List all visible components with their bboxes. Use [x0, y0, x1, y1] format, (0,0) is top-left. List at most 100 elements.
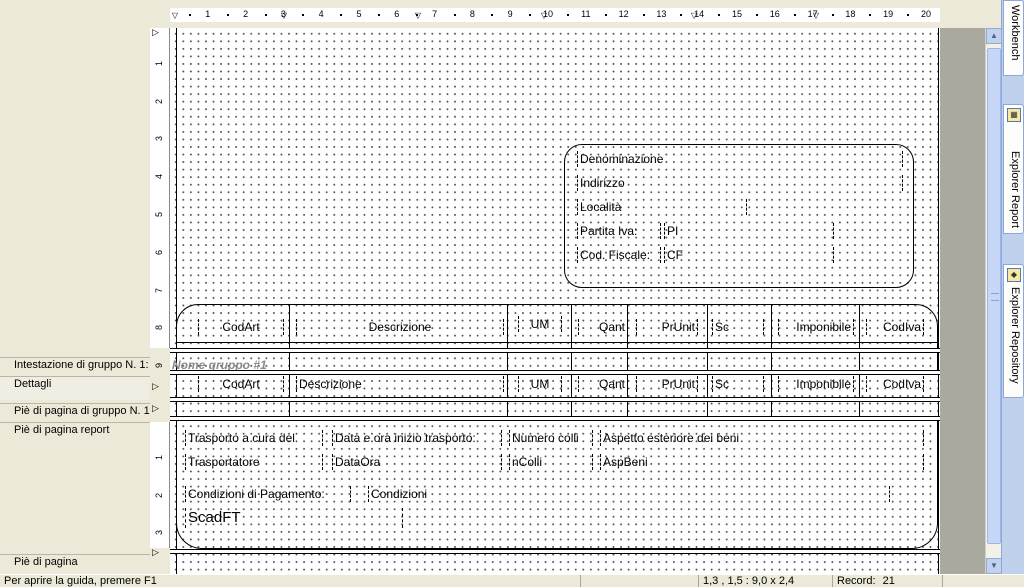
column-divider [707, 304, 708, 348]
tab-workbench[interactable]: Workbench [1003, 0, 1024, 76]
tab-stop-marker[interactable]: ▽ [691, 11, 697, 20]
ruler-half-mark [680, 14, 683, 16]
ruler-half-mark [340, 14, 343, 16]
header-prunit[interactable]: PrUnit [636, 319, 698, 335]
ruler-number: 11 [581, 9, 591, 19]
header-codart[interactable]: CodArt [198, 319, 284, 335]
tab-stop-marker[interactable]: ▽ [172, 11, 178, 20]
tab-stop-marker[interactable]: ▽ [541, 11, 547, 20]
label-partita-iva[interactable]: Partita Iva: [577, 223, 661, 239]
band-label-report-footer[interactable]: Piè di pagina report [0, 422, 150, 437]
ruler-half-mark [188, 14, 191, 16]
band-marker[interactable]: ▷ [152, 548, 159, 557]
header-imponibile[interactable]: Imponibile [778, 319, 854, 335]
vertical-ruler[interactable]: 1 2 3 4 5 6 7 8 9 1 2 3 ▷ ▷ ▷ ▷ [150, 28, 170, 574]
field-cod-fiscale[interactable]: CF [664, 247, 834, 263]
ruler-number: 4 [318, 9, 324, 19]
band-separator-report-footer [170, 549, 940, 554]
header-sc[interactable]: Sc [712, 319, 764, 335]
ruler-number: 5 [356, 9, 362, 19]
band-label-group-header[interactable]: Intestazione di gruppo N. 1: [0, 357, 150, 372]
header-codiva[interactable]: CodIva [866, 319, 924, 335]
horizontal-ruler[interactable]: 1234567891011121314151617181920▽▽▽▽▽▽▽ [170, 0, 940, 28]
ruler-number: 13 [656, 9, 667, 19]
band-separator-header [170, 348, 940, 353]
ruler-number: 1 [205, 9, 211, 19]
band-marker[interactable]: ▷ [152, 404, 159, 413]
scroll-down-button[interactable]: ▼ [986, 558, 1002, 574]
detail-qant[interactable]: Qant [578, 376, 628, 392]
field-asp-beni[interactable]: AspBeni [600, 454, 924, 470]
ruler-half-mark [226, 14, 229, 16]
column-divider [771, 304, 772, 348]
detail-descrizione[interactable]: Descrizione [296, 376, 504, 392]
status-extra-panel [942, 575, 990, 587]
label-cod-fiscale[interactable]: Cod. Fiscale: [577, 247, 661, 263]
ruler-half-mark [377, 14, 380, 16]
table-icon: ▦ [1007, 108, 1021, 122]
field-partita-iva[interactable]: PI [664, 223, 834, 239]
detail-prunit[interactable]: PrUnit [636, 376, 698, 392]
ruler-segment-header [150, 28, 170, 348]
column-divider [859, 348, 860, 416]
ruler-half-mark [264, 14, 267, 16]
tab-stop-marker[interactable]: ▽ [415, 11, 421, 20]
ruler-number: 8 [154, 325, 164, 331]
band-marker[interactable]: ▷ [152, 28, 159, 37]
tab-stop-marker[interactable]: ▽ [281, 11, 287, 20]
label-condizioni-pagamento[interactable]: Condizioni di Pagamento: [185, 486, 351, 502]
header-descrizione[interactable]: Descrizione [296, 319, 504, 335]
tab-stop-marker[interactable]: ▽ [813, 11, 819, 20]
ruler-half-mark [755, 14, 758, 16]
label-aspetto-beni[interactable]: Aspetto esteriore dei beni [600, 430, 924, 446]
ruler-half-mark [869, 14, 872, 16]
ruler-half-mark [907, 14, 910, 16]
field-denominazione[interactable]: Denominazione [577, 151, 903, 167]
field-condizioni[interactable]: Condizioni [368, 486, 890, 502]
field-indirizzo[interactable]: Indirizzo [577, 175, 903, 191]
tab-explorer-repository[interactable]: ◆ Explorer Repository [1003, 264, 1024, 398]
field-data-ora[interactable]: DataOra [332, 454, 502, 470]
tab-workbench-label: Workbench [1009, 5, 1021, 61]
field-trasportatore[interactable]: Trasportatore [185, 454, 323, 470]
column-divider [507, 304, 508, 348]
detail-sc[interactable]: Sc [712, 376, 764, 392]
repository-icon: ◆ [1007, 268, 1021, 282]
field-localita[interactable]: Località [577, 199, 747, 215]
label-trasporto[interactable]: Trasporto a cura del [185, 430, 323, 446]
band-label-group-footer[interactable]: Piè di pagina di gruppo N. 1 [0, 403, 150, 418]
ruler-number: 9 [507, 9, 513, 19]
field-scadenze[interactable]: ScadFT [185, 508, 403, 528]
detail-um[interactable]: UM [518, 376, 562, 392]
ruler-number: 1 [154, 454, 164, 460]
status-record: Record: 21 [832, 575, 942, 587]
detail-codart[interactable]: CodArt [198, 376, 284, 392]
label-data-trasporto[interactable]: Data e ora inizio trasporto: [332, 430, 502, 446]
tab-explorer-report-label: Explorer Report [1009, 151, 1021, 229]
detail-imponibile[interactable]: Imponibile [778, 376, 854, 392]
detail-codiva[interactable]: CodIva [866, 376, 924, 392]
ruler-number: 2 [154, 492, 164, 498]
column-divider [771, 348, 772, 416]
tab-explorer-report[interactable]: ▦ Explorer Report [1003, 104, 1024, 234]
side-tab-strip: Workbench ▦ Explorer Report ◆ Explorer R… [1001, 0, 1024, 574]
scroll-thumb[interactable] [987, 48, 1001, 544]
ruler-number: 7 [432, 9, 438, 19]
ruler-half-mark [453, 14, 456, 16]
ruler-half-mark [604, 14, 607, 16]
tab-explorer-repository-label: Explorer Repository [1009, 287, 1021, 384]
status-empty-panel [580, 575, 698, 587]
band-label-details[interactable]: Dettagli [0, 376, 150, 400]
header-qant[interactable]: Qant [578, 319, 628, 335]
band-marker[interactable]: ▷ [152, 382, 159, 391]
vertical-scrollbar[interactable]: ▲ ▼ [985, 28, 1002, 574]
band-label-page-footer[interactable]: Piè di pagina [0, 554, 150, 569]
ruler-number: 16 [769, 9, 780, 19]
header-um[interactable]: UM [518, 316, 562, 332]
scroll-up-button[interactable]: ▲ [986, 28, 1002, 44]
status-position: 1,3 , 1,5 : 9,0 x 2,4 [698, 575, 832, 587]
field-ncolli[interactable]: nColli [509, 454, 593, 470]
label-numero-colli[interactable]: Numero colli [509, 430, 593, 446]
status-record-number: 21 [882, 575, 895, 587]
ruler-number: 18 [845, 9, 856, 19]
